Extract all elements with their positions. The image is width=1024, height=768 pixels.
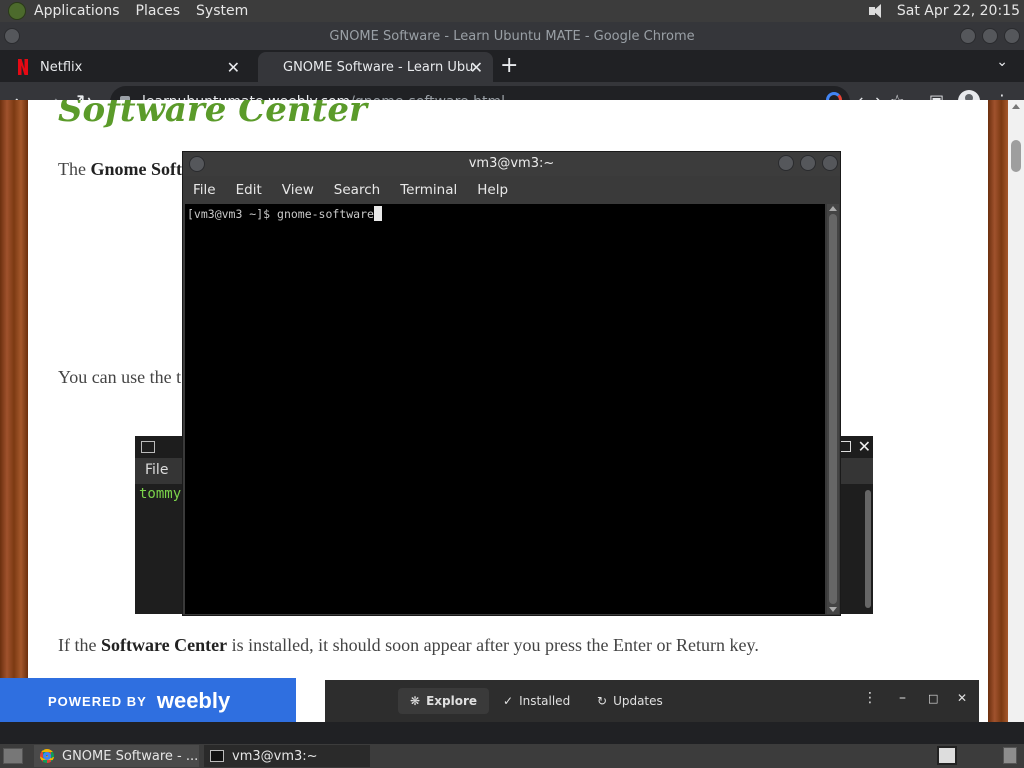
gs-close-icon: ✕ bbox=[957, 691, 968, 705]
tab-close-icon[interactable]: ✕ bbox=[227, 58, 240, 77]
terminal-text-area[interactable]: [vm3@vm3 ~]$ gnome-software bbox=[185, 204, 825, 614]
gs-menu-icon: ⋮ bbox=[863, 690, 877, 706]
tab-label: Netflix bbox=[40, 59, 83, 75]
volume-icon[interactable] bbox=[867, 3, 885, 19]
terminal-minimize-button[interactable] bbox=[778, 155, 794, 171]
terminal-window-menu-button[interactable] bbox=[189, 156, 205, 172]
terminal-command: gnome-software bbox=[277, 207, 374, 221]
new-tab-button[interactable]: + bbox=[500, 53, 518, 78]
result-paragraph: If the Software Center is installed, it … bbox=[58, 632, 948, 659]
wood-background-left bbox=[0, 100, 28, 722]
updates-refresh-icon: ↻ bbox=[597, 694, 608, 708]
page-heading: Software Center bbox=[58, 100, 367, 130]
top-panel: Applications Places System Sat Apr 22, 2… bbox=[0, 0, 1024, 22]
scroll-up-arrow-icon[interactable] bbox=[1012, 104, 1020, 109]
terminal-icon bbox=[141, 441, 155, 453]
gs-tab-label: Explore bbox=[426, 694, 478, 708]
window-title: GNOME Software - Learn Ubuntu MATE - Goo… bbox=[329, 28, 695, 44]
terminal-menu-view[interactable]: View bbox=[282, 182, 314, 198]
terminal-scrollbar[interactable] bbox=[827, 204, 839, 614]
taskbar-label: vm3@vm3:~ bbox=[232, 748, 318, 764]
trash-icon[interactable] bbox=[1003, 747, 1017, 764]
tab-label: GNOME Software - Learn Ubu bbox=[283, 59, 474, 75]
p3-text-post: is installed, it should soon appear afte… bbox=[227, 635, 759, 655]
p3-text-pre: If the bbox=[58, 635, 101, 655]
gnome-software-header-image: ❋ Explore ✓ Installed ↻ Updates ⋮ – □ ✕ bbox=[325, 680, 979, 722]
clock[interactable]: Sat Apr 22, 20:15 bbox=[897, 3, 1020, 19]
terminal-window: vm3@vm3:~ File Edit View Search Terminal… bbox=[182, 151, 841, 616]
menu-system[interactable]: System bbox=[196, 3, 248, 19]
embed-prompt: tommy bbox=[139, 486, 182, 502]
show-desktop-icon[interactable] bbox=[3, 748, 23, 764]
terminal-menu-terminal[interactable]: Terminal bbox=[400, 182, 457, 198]
menu-applications[interactable]: Applications bbox=[34, 3, 120, 19]
p3-bold: Software Center bbox=[100, 635, 228, 655]
taskbar-terminal[interactable]: vm3@vm3:~ bbox=[204, 745, 370, 767]
gs-maximize-icon: □ bbox=[928, 692, 939, 705]
weebly-badge[interactable]: POWERED BY weebly bbox=[0, 678, 296, 722]
terminal-scroll-down-icon[interactable] bbox=[829, 607, 837, 612]
tab-close-icon[interactable]: ✕ bbox=[470, 58, 483, 77]
gs-tab-updates: ↻ Updates bbox=[585, 688, 675, 714]
taskbar-chrome[interactable]: GNOME Software - ... bbox=[34, 745, 199, 767]
gs-tab-label: Installed bbox=[519, 694, 571, 708]
menu-places[interactable]: Places bbox=[136, 3, 181, 19]
gs-tab-label: Updates bbox=[613, 694, 663, 708]
tab-search-chevron-icon[interactable]: ⌄ bbox=[996, 54, 1008, 70]
minimize-button[interactable] bbox=[960, 28, 976, 44]
weebly-logo: weebly bbox=[156, 688, 231, 713]
terminal-close-button[interactable] bbox=[822, 155, 838, 171]
installed-check-icon: ✓ bbox=[503, 694, 514, 708]
terminal-menu-edit[interactable]: Edit bbox=[236, 182, 262, 198]
close-button[interactable] bbox=[1004, 28, 1020, 44]
terminal-scroll-up-icon[interactable] bbox=[829, 206, 837, 211]
taskbar-label: GNOME Software - ... bbox=[62, 748, 199, 764]
terminal-menu-file[interactable]: File bbox=[193, 182, 216, 198]
gs-tab-explore: ❋ Explore bbox=[398, 688, 490, 714]
embed-close-icon: ✕ bbox=[857, 439, 871, 456]
tab-strip: Netflix ✕ GNOME Software - Learn Ubu ✕ +… bbox=[0, 50, 1024, 82]
netflix-icon bbox=[18, 59, 28, 75]
terminal-menu-help[interactable]: Help bbox=[477, 182, 508, 198]
terminal-maximize-button[interactable] bbox=[800, 155, 816, 171]
tab-netflix[interactable]: Netflix ✕ bbox=[0, 52, 250, 82]
mate-logo-icon[interactable] bbox=[8, 2, 26, 20]
terminal-menubar: File Edit View Search Terminal Help bbox=[183, 176, 840, 204]
maximize-button[interactable] bbox=[982, 28, 998, 44]
chrome-title-bar[interactable]: GNOME Software - Learn Ubuntu MATE - Goo… bbox=[0, 22, 1024, 50]
scroll-thumb[interactable] bbox=[1011, 140, 1021, 172]
embed-scrollbar bbox=[865, 490, 871, 608]
workspace-switcher[interactable] bbox=[937, 746, 957, 765]
terminal-menu-search[interactable]: Search bbox=[334, 182, 380, 198]
gs-tab-installed: ✓ Installed bbox=[491, 688, 582, 714]
bottom-panel: GNOME Software - ... vm3@vm3:~ bbox=[0, 744, 1024, 768]
terminal-scroll-thumb[interactable] bbox=[829, 214, 837, 604]
tab-gnome-software[interactable]: GNOME Software - Learn Ubu ✕ bbox=[258, 52, 493, 82]
explore-icon: ❋ bbox=[410, 694, 421, 708]
gs-minimize-icon: – bbox=[899, 690, 906, 706]
weebly-powered-label: POWERED BY bbox=[48, 693, 147, 709]
window-menu-button[interactable] bbox=[4, 28, 20, 44]
terminal-prompt: [vm3@vm3 ~]$ bbox=[187, 207, 278, 221]
wood-background-right bbox=[988, 100, 1008, 722]
terminal-title: vm3@vm3:~ bbox=[468, 156, 555, 171]
page-scrollbar[interactable] bbox=[1008, 100, 1024, 722]
chrome-icon bbox=[40, 749, 54, 763]
terminal-title-bar[interactable]: vm3@vm3:~ bbox=[183, 152, 840, 176]
terminal-command-line: [vm3@vm3 ~]$ gnome-software bbox=[187, 206, 382, 221]
terminal-icon bbox=[210, 750, 224, 762]
terminal-cursor bbox=[373, 206, 382, 221]
